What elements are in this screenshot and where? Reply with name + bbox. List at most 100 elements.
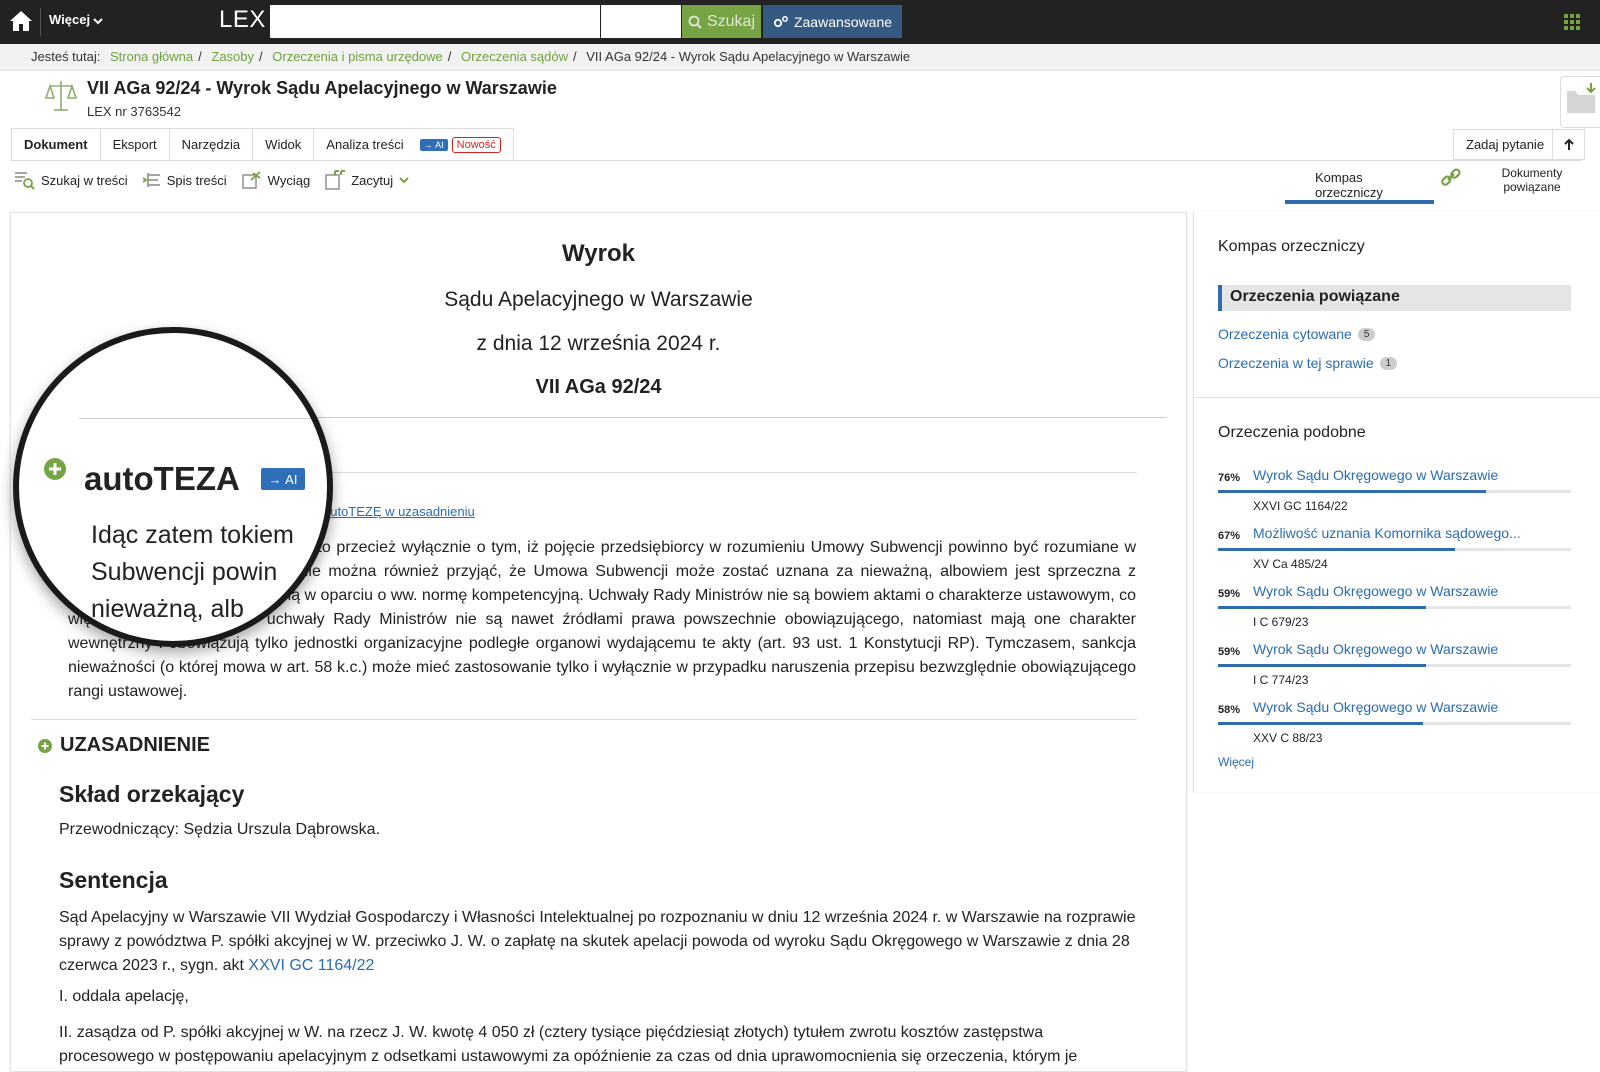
more-similar-link[interactable]: Więcej [1218, 755, 1254, 769]
advanced-search-button[interactable]: Zaawansowane [763, 5, 902, 38]
top-bar: Więcej LEX Szukaj Zaawansowane [0, 0, 1600, 44]
autoteza-title: autoTEZA [84, 460, 240, 497]
similar-ruling-link[interactable]: Wyrok Sądu Okręgowego w Warszawie [1253, 583, 1498, 599]
sentence-heading: Sentencja [59, 867, 168, 893]
search-text-icon [15, 172, 35, 190]
magnified-text: Subwencji powin [91, 558, 278, 586]
more-menu[interactable]: Więcej [49, 12, 103, 27]
similar-ruling-item: 59% Wyrok Sądu Okręgowego w Warszawie I … [1218, 641, 1571, 691]
breadcrumb-label: Jesteś tutaj: [31, 49, 101, 64]
similar-rulings-title: Orzeczenia podobne [1218, 424, 1366, 441]
presiding-judge: Przewodniczący: Sędzia Urszula Dąbrowska… [59, 821, 381, 838]
scales-icon [44, 81, 78, 111]
search-button[interactable]: Szukaj [682, 5, 761, 38]
scissors-icon [241, 171, 261, 189]
breadcrumb-court-rulings[interactable]: Orzeczenia sądów [461, 49, 568, 64]
magnified-text: Idąc zatem tokiem [91, 521, 294, 549]
tab-kompas[interactable]: Kompas orzeczniczy [1285, 166, 1434, 204]
more-label: Więcej [49, 12, 91, 27]
judgment-court: Sądu Apelacyjnego w Warszawie [444, 288, 753, 311]
compass-icon [1286, 172, 1307, 192]
similar-ruling-link[interactable]: Możliwość uznania Komornika sądowego... [1253, 525, 1521, 541]
count-badge: 5 [1357, 327, 1376, 341]
page-title: VII AGa 92/24 - Wyrok Sądu Apelacyjnego … [87, 78, 557, 98]
case-rulings-link[interactable]: Orzeczenia w tej sprawie 1 [1218, 355, 1398, 371]
composition-heading: Skład orzekający [59, 781, 245, 807]
similar-ruling-signature: I C 679/23 [1253, 615, 1309, 629]
kompas-title: Kompas orzeczniczy [1218, 238, 1365, 255]
similar-ruling-link[interactable]: Wyrok Sądu Okręgowego w Warszawie [1253, 699, 1498, 715]
count-badge: 1 [1379, 356, 1398, 370]
search-icon [688, 15, 702, 29]
similar-ruling-item: 59% Wyrok Sądu Okręgowego w Warszawie I … [1218, 583, 1571, 633]
divider [1193, 397, 1600, 398]
similarity-percent: 59% [1218, 588, 1241, 600]
magnifier-overlay: autoTEZA → AI Idąc zatem tokiem Subwencj… [13, 327, 333, 647]
uzasadnienie-heading: UZASADNIENIE [60, 734, 211, 756]
folder-button[interactable] [1560, 76, 1600, 128]
ask-question-button[interactable]: Zadaj pytanie [1453, 129, 1558, 160]
breadcrumb-rulings[interactable]: Orzeczenia i pisma urzędowe [272, 49, 443, 64]
gears-icon [773, 15, 788, 27]
uzasadnienie-section[interactable]: UZASADNIENIE [38, 734, 210, 757]
similar-ruling-link[interactable]: Wyrok Sądu Okręgowego w Warszawie [1253, 467, 1498, 483]
similar-ruling-signature: XV Ca 485/24 [1253, 557, 1328, 571]
similar-ruling-signature: XXV C 88/23 [1253, 731, 1323, 745]
related-documents-label: Dokumenty powiązane [1501, 166, 1563, 194]
similarity-percent: 67% [1218, 530, 1241, 542]
case-link[interactable]: XXVI GC 1164/22 [248, 957, 374, 974]
similar-ruling-item: 58% Wyrok Sądu Okręgowego w Warszawie XX… [1218, 699, 1571, 749]
magnified-text: nieważną, alb [91, 595, 244, 623]
similar-ruling-item: 76% Wyrok Sądu Okręgowego w Warszawie XX… [1218, 467, 1571, 517]
breadcrumb-resources[interactable]: Zasoby [211, 49, 254, 64]
sentence-point-1: I. oddala apelację, [59, 988, 189, 1005]
tab-narzedzia[interactable]: Narzędzia [169, 128, 254, 161]
similarity-bar [1218, 664, 1571, 667]
new-badge: Nowość [451, 136, 501, 153]
breadcrumb-home[interactable]: Strona główna [110, 49, 193, 64]
apps-grid-icon[interactable] [1562, 12, 1582, 32]
tab-eksport[interactable]: Eksport [100, 128, 170, 161]
divider [31, 719, 1137, 720]
similarity-bar [1218, 490, 1571, 493]
ai-badge: → AI [419, 138, 448, 151]
home-icon[interactable] [8, 8, 34, 34]
similar-ruling-signature: I C 774/23 [1253, 673, 1309, 687]
similarity-percent: 59% [1218, 646, 1241, 658]
search-input[interactable] [270, 5, 600, 38]
cite-button[interactable]: Zacytuj [324, 169, 410, 191]
search-scope-input[interactable] [601, 5, 681, 38]
tab-dokument[interactable]: Dokument [11, 128, 101, 161]
document-tabs: Dokument Eksport Narzędzia Widok Analiza… [11, 128, 514, 161]
chevron-down-icon[interactable] [398, 176, 410, 184]
chevron-down-icon [93, 17, 103, 24]
sentence-text: Sąd Apelacyjny w Warszawie VII Wydział G… [59, 909, 1136, 974]
cited-rulings-link[interactable]: Orzeczenia cytowane 5 [1218, 326, 1376, 342]
ai-badge: → AI [261, 468, 305, 490]
search-button-label: Szukaj [706, 12, 756, 30]
divider [11, 160, 1581, 161]
tab-related-documents[interactable]: Dokumenty powiązane [1440, 166, 1590, 204]
tab-widok[interactable]: Widok [253, 128, 315, 161]
plus-circle-icon [38, 738, 52, 753]
similarity-bar [1218, 722, 1571, 725]
breadcrumb-current: VII AGa 92/24 - Wyrok Sądu Apelacyjnego … [586, 49, 911, 64]
toc-button[interactable]: Spis treści [142, 170, 227, 190]
judgment-heading: Wyrok [562, 240, 635, 267]
autoteza-link[interactable]: autoTEZĘ w uzasadnieniu [323, 504, 475, 519]
similarity-bar [1218, 548, 1571, 551]
divider [79, 418, 327, 419]
scroll-top-button[interactable] [1552, 129, 1585, 160]
lex-number: LEX nr 3763542 [87, 104, 181, 119]
similarity-bar [1218, 606, 1571, 609]
similar-ruling-link[interactable]: Wyrok Sądu Okręgowego w Warszawie [1253, 641, 1498, 657]
tab-analiza-tresci[interactable]: Analiza treści → AI Nowość [314, 128, 514, 161]
folder-icon [1567, 83, 1596, 113]
toc-icon [142, 173, 160, 187]
extract-button[interactable]: Wyciąg [241, 170, 310, 190]
sentence-point-2: II. zasądza od P. spółki akcyjnej w W. n… [59, 1024, 1078, 1065]
arrow-up-icon [1563, 138, 1574, 150]
divider [40, 8, 41, 36]
search-in-content-button[interactable]: Szukaj w treści [14, 170, 128, 190]
lex-logo[interactable]: LEX [219, 6, 266, 34]
